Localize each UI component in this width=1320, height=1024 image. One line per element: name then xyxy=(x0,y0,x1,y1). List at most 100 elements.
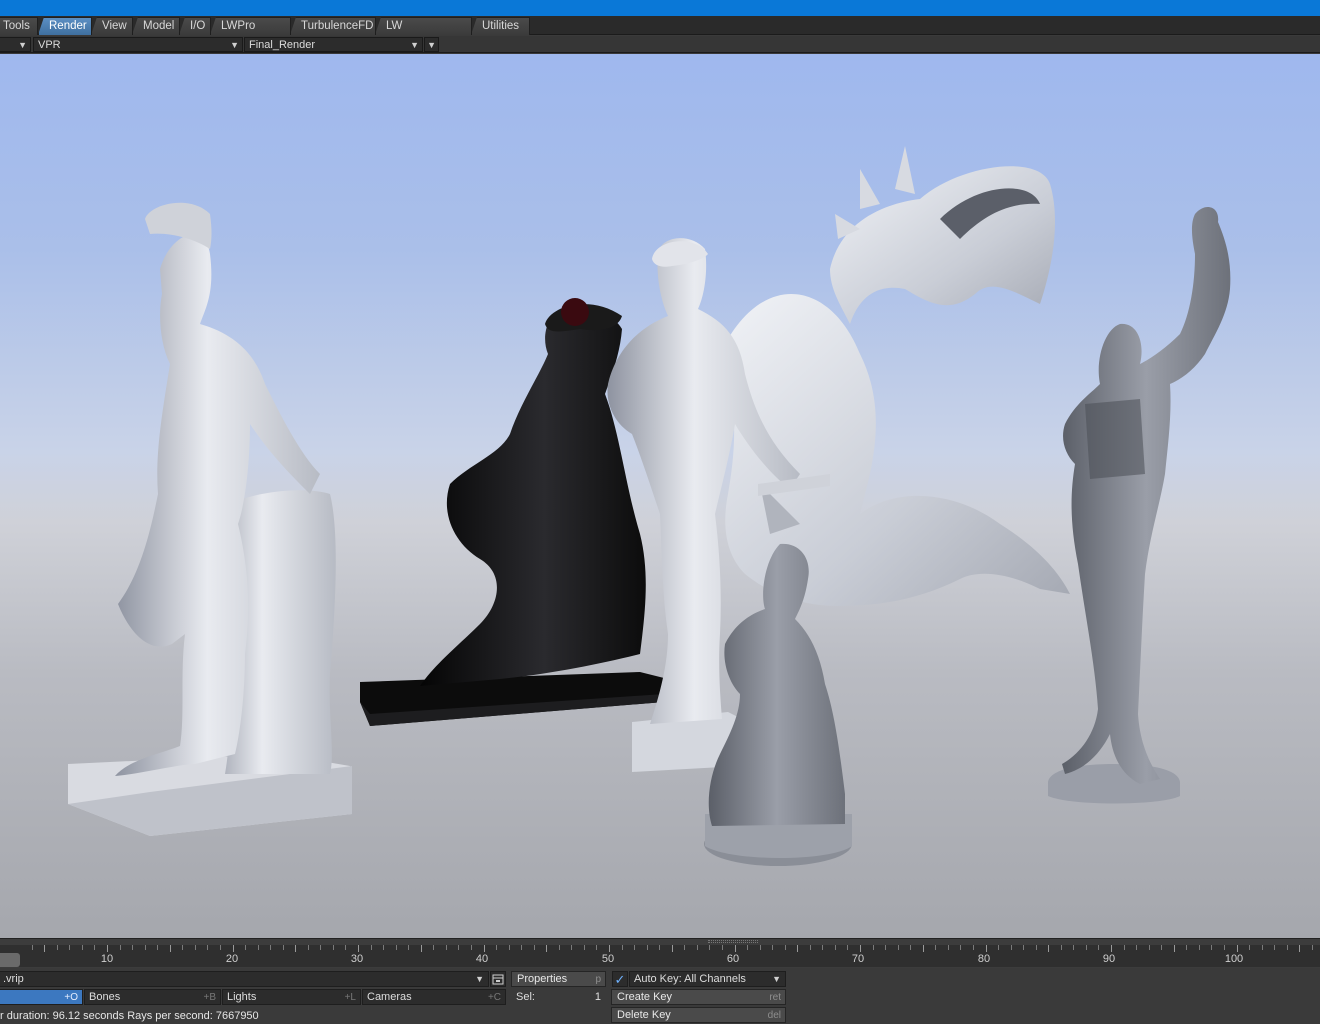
frame-tick xyxy=(245,945,247,950)
frame-tick xyxy=(1173,945,1175,952)
tab-model[interactable]: Model xyxy=(132,17,180,35)
frame-tick xyxy=(1098,945,1100,950)
frame-tick xyxy=(609,945,610,952)
frame-tick xyxy=(107,945,108,952)
frame-tick xyxy=(1161,945,1163,950)
frame-tick xyxy=(985,945,987,952)
frame-tick xyxy=(470,945,472,950)
frame-tick xyxy=(721,945,723,950)
chevron-down-icon: ▼ xyxy=(230,40,239,50)
frame-tick xyxy=(433,945,435,950)
render-viewport[interactable] xyxy=(0,54,1320,938)
frame-tick xyxy=(910,945,912,950)
calendar-icon-glyph xyxy=(492,974,504,985)
frame-tick xyxy=(759,945,761,950)
frame-tick xyxy=(445,945,447,950)
tick-label: 60 xyxy=(726,953,740,965)
frame-tick xyxy=(31,945,33,950)
frame-tick xyxy=(1073,945,1075,950)
menu-tab-bar: Tools Render View Model I/O LWPro Tools … xyxy=(0,16,1320,35)
frame-tick xyxy=(797,945,799,952)
frame-tick xyxy=(935,945,937,950)
frame-tick xyxy=(1274,945,1276,950)
chevron-down-icon: ▼ xyxy=(427,40,436,50)
calendar-icon[interactable] xyxy=(490,971,506,987)
auto-key-label: Auto Key: All Channels xyxy=(634,973,746,985)
frame-tick xyxy=(872,945,874,950)
bones-mode-button[interactable]: Bones +B xyxy=(84,989,221,1005)
tab-turbulencefd[interactable]: TurbulenceFD xyxy=(290,17,376,35)
frame-tick xyxy=(408,945,410,950)
frame-tick xyxy=(119,945,121,950)
preset-options-dropdown[interactable]: ▼ xyxy=(424,37,439,52)
tick-label: 50 xyxy=(601,953,615,965)
frame-tick xyxy=(345,945,347,950)
scene-file-dropdown[interactable]: .vrip ▼ xyxy=(0,971,489,987)
frame-tick xyxy=(621,945,623,950)
shortcut-hint: +L xyxy=(344,992,356,1003)
cameras-mode-button[interactable]: Cameras +C xyxy=(362,989,506,1005)
dragon-statue xyxy=(720,146,1070,606)
frame-tick xyxy=(897,945,899,950)
frame-tick xyxy=(169,945,171,952)
tab-render[interactable]: Render xyxy=(38,17,92,35)
tab-tools[interactable]: Tools xyxy=(0,17,38,35)
frame-tick xyxy=(270,945,272,950)
frame-tick xyxy=(885,945,887,950)
tab-label: Render xyxy=(49,20,87,32)
tick-label: 70 xyxy=(851,953,865,965)
frame-tick xyxy=(1223,945,1225,950)
frame-tick xyxy=(671,945,673,952)
frame-tick xyxy=(634,945,636,950)
auto-key-dropdown[interactable]: Auto Key: All Channels ▼ xyxy=(629,971,786,987)
panel-resize-grip[interactable] xyxy=(708,940,758,943)
frame-tick xyxy=(834,945,836,950)
tab-io[interactable]: I/O xyxy=(179,17,211,35)
frame-tick xyxy=(358,945,359,952)
tab-view[interactable]: View xyxy=(91,17,133,35)
frame-ruler[interactable]: 10 20 30 40 50 60 70 80 90 100 xyxy=(0,945,1320,967)
frame-tick xyxy=(847,945,849,950)
shortcut-hint: +O xyxy=(64,992,78,1003)
sel-value: 1 xyxy=(594,991,601,1003)
create-key-button[interactable]: Create Key ret xyxy=(611,989,786,1005)
frame-tick xyxy=(1286,945,1288,950)
frame-tick xyxy=(1311,945,1313,950)
lights-mode-button[interactable]: Lights +L xyxy=(222,989,361,1005)
frame-tick xyxy=(1148,945,1150,950)
view-mode-value: VPR xyxy=(38,39,61,51)
view-mode-dropdown[interactable]: VPR ▼ xyxy=(33,37,243,52)
objects-mode-button[interactable]: +O xyxy=(0,989,83,1005)
tab-lwpro-tools[interactable]: LWPro Tools xyxy=(210,17,291,35)
frame-tick xyxy=(571,945,573,950)
delete-key-button[interactable]: Delete Key del xyxy=(611,1007,786,1023)
tab-utilities[interactable]: Utilities xyxy=(471,17,530,35)
tab-label: Tools xyxy=(3,20,30,32)
frame-tick xyxy=(332,945,334,950)
selection-count: Sel: 1 xyxy=(511,989,606,1005)
view-layout-dropdown[interactable]: ▼ xyxy=(0,37,31,52)
frame-tick xyxy=(1123,945,1125,950)
tick-label: 40 xyxy=(475,953,489,965)
frame-tick xyxy=(546,945,548,952)
frame-tick xyxy=(295,945,297,952)
tab-lw-workspaces[interactable]: LW Workspaces xyxy=(375,17,472,35)
frame-tick xyxy=(947,945,949,950)
window-title-bar xyxy=(0,0,1320,16)
current-frame-slider[interactable] xyxy=(0,953,20,967)
frame-tick xyxy=(734,945,736,952)
frame-tick xyxy=(1198,945,1200,950)
properties-button[interactable]: Properties p xyxy=(511,971,606,987)
render-preset-dropdown[interactable]: Final_Render ▼ xyxy=(244,37,423,52)
frame-tick xyxy=(44,945,46,952)
tick-label: 10 xyxy=(100,953,114,965)
frame-tick xyxy=(772,945,774,950)
frame-tick xyxy=(1249,945,1251,950)
frame-tick xyxy=(1010,945,1012,950)
frame-tick xyxy=(1060,945,1062,950)
frame-tick xyxy=(56,945,58,950)
render-preset-value: Final_Render xyxy=(249,39,316,51)
shortcut-hint: +C xyxy=(487,992,501,1003)
frame-tick xyxy=(157,945,159,950)
auto-key-checkbox[interactable]: ✓ xyxy=(612,971,628,987)
